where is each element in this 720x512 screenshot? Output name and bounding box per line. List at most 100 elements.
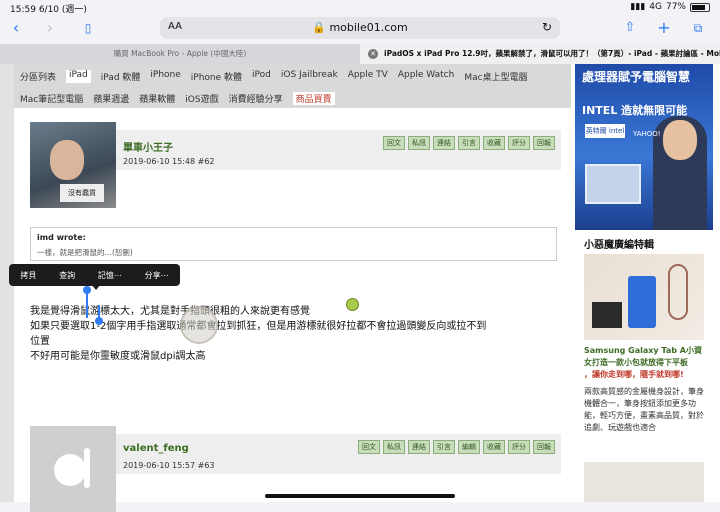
forum-nav: 分區列表 iPad iPad 軟體 iPhone iPhone 軟體 iPod …: [14, 64, 571, 108]
tablet-image: [628, 276, 656, 328]
tab-mobile01[interactable]: ✕ iPadOS x iPad Pro 12.9吋，蘋果解禁了，滑鼠可以用了！（第…: [360, 44, 720, 64]
favorite-button[interactable]: 收藏: [483, 136, 505, 150]
nav-item[interactable]: 消費經驗分享: [229, 92, 283, 105]
bookmarks-icon[interactable]: ▯: [78, 18, 98, 38]
message-button[interactable]: 私訊: [383, 440, 405, 454]
sidebar-article-desc: 兩款高質感的金屬機身設計，筆身機體合一，筆身按鈕添加更多功能，輕巧方便，畫素高品…: [584, 387, 704, 432]
post-line: 我是覺得滑鼠游標太大，尤其是對手指頭很粗的人來說更有感覺: [30, 306, 310, 317]
selection-start-handle[interactable]: [83, 286, 91, 318]
touch-indicator: [180, 306, 218, 344]
new-tab-icon[interactable]: +: [654, 18, 674, 38]
sidebar-article-highlight[interactable]: ，讓你走到哪，隨手就到哪!: [584, 369, 709, 381]
post-author[interactable]: valent_feng: [123, 443, 189, 454]
battery-percent: 77%: [665, 2, 686, 12]
quote-author: imd wrote:: [37, 233, 86, 242]
lock-icon: 🔒: [312, 21, 326, 34]
copy-menu-item[interactable]: 拷貝: [20, 270, 36, 281]
back-icon[interactable]: ‹: [6, 18, 26, 38]
post-body: 我是覺得滑鼠游標太大，尤其是對手指頭很粗的人來說更有感覺 如果只要選取1-2個字…: [30, 304, 560, 364]
post-line: 如果只要選取1-2個字用手指選取通常都會拉到抓狂，但是用游標就很好拉都不會拉過頭…: [30, 321, 487, 332]
yahoo-logo: YAHOO!: [633, 130, 661, 138]
sidebar-section-title: 小惡魔廣編特輯: [584, 240, 654, 251]
ad-headline: 處理器賦予電腦智慧: [582, 70, 691, 84]
avatar[interactable]: [30, 426, 116, 512]
post-header: valent_feng 2019-06-10 15:57 #63 回文 私訊 連…: [116, 434, 561, 474]
menu-pointer: [91, 284, 101, 290]
reply-button[interactable]: 回文: [358, 440, 380, 454]
avatar[interactable]: 沒有蠢貨: [30, 122, 116, 208]
selection-end-handle[interactable]: [95, 305, 103, 325]
address-bar[interactable]: AA 🔒 mobile01.com ↻: [160, 17, 560, 39]
text-context-menu: 拷貝 查詢 記憶⋯ 分享⋯: [9, 264, 180, 290]
tab-macbook[interactable]: 購買 MacBook Pro - Apple (中國大陸): [0, 44, 360, 64]
status-bar: 15:59 6/10 (週一) ▮▮▮ 4G 77%: [0, 0, 720, 15]
post-actions: 回文 私訊 連結 引言 編輯 收藏 評分 回報: [358, 440, 555, 454]
favorite-button[interactable]: 收藏: [483, 440, 505, 454]
url-text: 🔒 mobile01.com: [312, 21, 408, 34]
lookup-menu-item[interactable]: 查詢: [59, 270, 75, 281]
sidebar: 處理器賦予電腦智慧 INTEL 造就無限可能 英特爾 intel YAHOO! …: [575, 64, 713, 502]
share-menu-item[interactable]: 分享⋯: [145, 270, 169, 281]
nav-item[interactable]: iPhone 軟體: [191, 70, 242, 83]
nav-item[interactable]: iPad 軟體: [101, 70, 141, 83]
reply-button[interactable]: 回文: [383, 136, 405, 150]
nav-item[interactable]: iPhone: [150, 70, 180, 83]
sidebar-article-image[interactable]: [584, 254, 704, 340]
quote-button[interactable]: 引言: [433, 440, 455, 454]
post-line: 位置: [30, 336, 50, 347]
nav-item[interactable]: Mac筆記型電腦: [20, 92, 83, 105]
avatar-circle: [54, 454, 86, 486]
post-author[interactable]: 單車小王子: [123, 139, 173, 154]
nav-item-marketplace[interactable]: 商品買賣: [292, 92, 335, 105]
battery-icon: [690, 2, 710, 12]
tabs-icon[interactable]: ⧉: [688, 18, 708, 38]
share-icon[interactable]: ⇧: [620, 18, 640, 38]
nav-item[interactable]: 蘋果週邊: [93, 92, 129, 105]
nav-item[interactable]: Apple TV: [348, 70, 388, 83]
link-button[interactable]: 連結: [408, 440, 430, 454]
nav-item[interactable]: iOS遊戲: [185, 92, 218, 105]
nav-item[interactable]: Mac桌上型電腦: [464, 70, 527, 83]
avatar-face: [50, 140, 84, 180]
post-meta: 2019-06-10 15:57 #63: [123, 461, 215, 470]
nav-item[interactable]: 分區列表: [20, 70, 56, 83]
emoticon-icon: [346, 298, 359, 311]
nav-item[interactable]: 蘋果軟體: [139, 92, 175, 105]
post-line: 不好用可能是你靈敏度或滑鼠dpi調太高: [30, 351, 206, 362]
quote-button[interactable]: 引言: [458, 136, 480, 150]
link-button[interactable]: 連結: [433, 136, 455, 150]
avatar-bar: [84, 448, 90, 488]
reload-icon[interactable]: ↻: [542, 20, 552, 34]
ad-person-face: [663, 120, 697, 160]
bag-image: [592, 302, 622, 328]
avatar-sign: 沒有蠢貨: [60, 184, 104, 202]
network-label: 4G: [649, 2, 662, 12]
post-meta: 2019-06-10 15:48 #62: [123, 157, 215, 166]
nav-item[interactable]: iPod: [252, 70, 271, 83]
scissors-image: [668, 264, 688, 320]
signal-icon: ▮▮▮: [630, 2, 646, 12]
report-button[interactable]: 回報: [533, 136, 555, 150]
intel-ad-banner[interactable]: 處理器賦予電腦智慧 INTEL 造就無限可能 英特爾 intel YAHOO!: [575, 64, 713, 230]
sidebar-article-link[interactable]: Samsung Galaxy Tab A小資女打造一款小包就放得下平板: [584, 345, 709, 369]
forward-icon[interactable]: ›: [40, 18, 60, 38]
rate-button[interactable]: 評分: [508, 440, 530, 454]
sidebar-article-image-2[interactable]: [584, 462, 704, 502]
ad-laptop: [585, 164, 641, 204]
rate-button[interactable]: 評分: [508, 136, 530, 150]
nav-item-ipad[interactable]: iPad: [66, 70, 91, 83]
post-actions: 回文 私訊 連結 引言 收藏 評分 回報: [383, 136, 555, 150]
home-indicator[interactable]: [265, 494, 455, 498]
post-header: 單車小王子 2019-06-10 15:48 #62 回文 私訊 連結 引言 收…: [116, 130, 561, 170]
intel-logo: 英特爾 intel: [585, 124, 625, 138]
report-button[interactable]: 回報: [533, 440, 555, 454]
quote-block: imd wrote: 一樣，就是把滑鼠的…(恕刪): [30, 227, 557, 261]
message-button[interactable]: 私訊: [408, 136, 430, 150]
quote-text: 一樣，就是把滑鼠的…(恕刪): [37, 248, 133, 257]
nav-item[interactable]: Apple Watch: [398, 70, 455, 83]
nav-item[interactable]: iOS Jailbreak: [281, 70, 338, 83]
remember-menu-item[interactable]: 記憶⋯: [98, 270, 122, 281]
close-tab-icon[interactable]: ✕: [368, 49, 378, 59]
edit-button[interactable]: 編輯: [458, 440, 480, 454]
tab-strip: 購買 MacBook Pro - Apple (中國大陸) ✕ iPadOS x …: [0, 44, 720, 64]
